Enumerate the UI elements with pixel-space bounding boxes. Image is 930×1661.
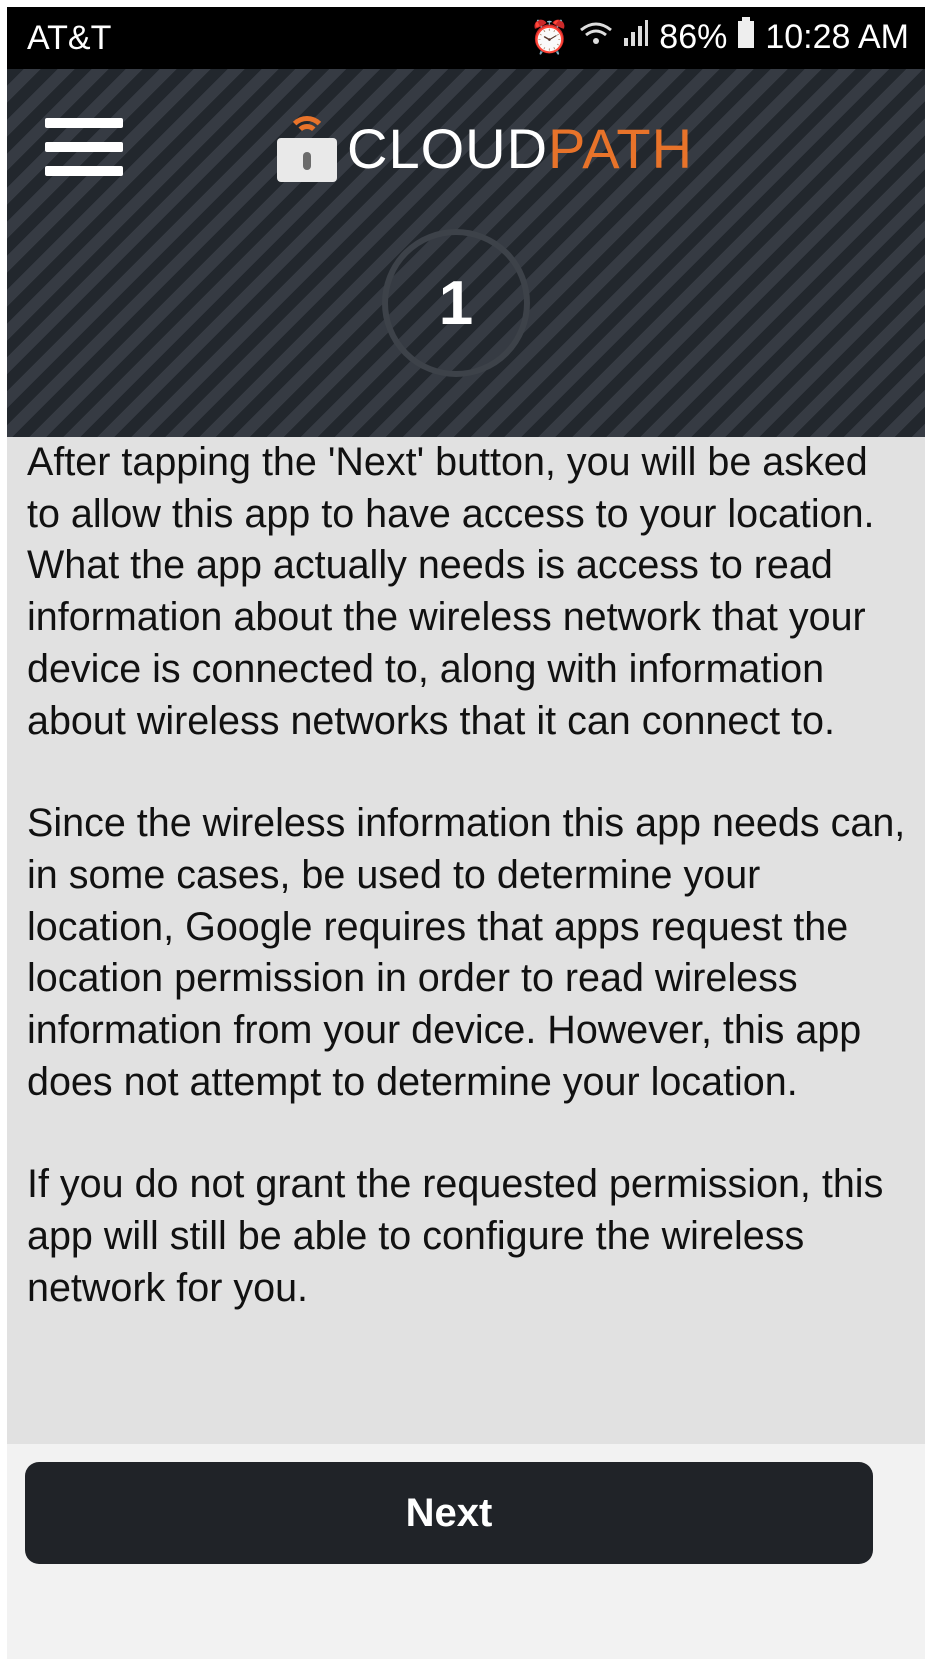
app-screen: AT&T ⏰ 86% 10:28 AM CLOUDPATH 1 After ta… bbox=[7, 7, 925, 1659]
paragraph-access-explanation: After tapping the 'Next' button, you wil… bbox=[27, 440, 875, 743]
paragraph-deny-consequence: If you do not grant the requested permis… bbox=[27, 1162, 884, 1310]
clock: 10:28 AM bbox=[765, 17, 909, 56]
brand-path: PATH bbox=[548, 117, 694, 180]
wifi-icon bbox=[579, 18, 613, 56]
battery-icon bbox=[737, 17, 755, 57]
app-header: CLOUDPATH 1 bbox=[7, 69, 925, 437]
status-bar: AT&T ⏰ 86% 10:28 AM bbox=[7, 7, 925, 69]
battery-percent: 86% bbox=[659, 17, 728, 56]
lock-wifi-icon bbox=[277, 116, 337, 182]
menu-icon bbox=[45, 118, 123, 128]
alarm-icon: ⏰ bbox=[529, 19, 570, 55]
next-button[interactable]: Next bbox=[25, 1462, 873, 1564]
paragraph-google-requirement: Since the wireless information this app … bbox=[27, 801, 906, 1104]
carrier-label: AT&T bbox=[27, 19, 112, 57]
permission-explanation: After tapping the 'Next' button, you wil… bbox=[7, 437, 925, 1437]
footer-bar: Next bbox=[7, 1444, 925, 1659]
brand-name: CLOUDPATH bbox=[347, 121, 693, 177]
step-indicator: 1 bbox=[382, 229, 530, 377]
signal-icon bbox=[623, 18, 649, 56]
menu-button[interactable] bbox=[45, 118, 125, 178]
cloudpath-logo: CLOUDPATH bbox=[277, 109, 693, 189]
brand-cloud: CLOUD bbox=[347, 117, 549, 180]
status-indicators: ⏰ 86% 10:28 AM bbox=[529, 17, 909, 57]
